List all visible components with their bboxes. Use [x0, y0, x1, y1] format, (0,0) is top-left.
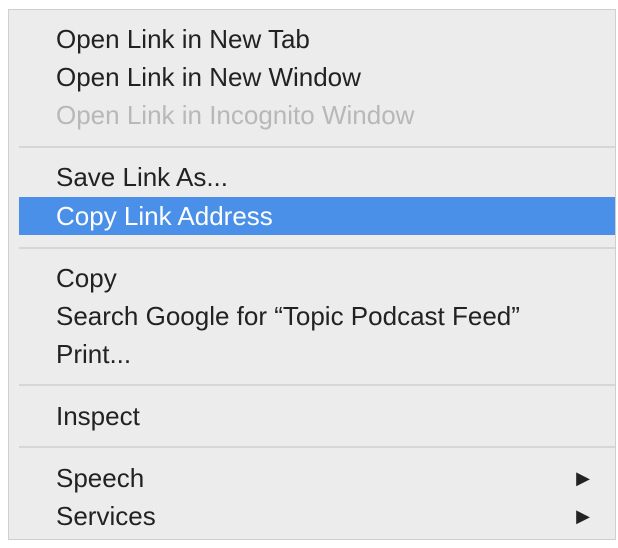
menu-item-label: Copy Link Address — [56, 201, 273, 231]
context-menu: Open Link in New Tab Open Link in New Wi… — [8, 9, 616, 540]
menu-item-label: Copy — [56, 263, 117, 293]
menu-item-label: Print... — [56, 339, 132, 369]
menu-item-label: Services — [56, 501, 156, 531]
menu-item-save-link-as[interactable]: Save Link As... — [19, 158, 615, 196]
menu-item-label: Open Link in New Window — [56, 62, 361, 92]
menu-item-print[interactable]: Print... — [19, 335, 615, 373]
menu-item-label: Inspect — [56, 401, 140, 431]
menu-item-open-link-incognito: Open Link in Incognito Window — [19, 96, 615, 134]
menu-separator — [19, 446, 615, 448]
menu-item-speech[interactable]: Speech ▶ — [19, 459, 615, 497]
submenu-arrow-icon: ▶ — [576, 468, 590, 488]
menu-item-label: Speech — [56, 463, 145, 493]
menu-item-label: Save Link As... — [56, 162, 228, 192]
menu-item-open-link-new-window[interactable]: Open Link in New Window — [19, 58, 615, 96]
menu-separator — [19, 146, 615, 148]
menu-separator — [19, 247, 615, 249]
menu-separator — [19, 384, 615, 386]
menu-item-copy-link-address[interactable]: Copy Link Address — [19, 197, 615, 235]
menu-item-open-link-new-tab[interactable]: Open Link in New Tab — [19, 20, 615, 58]
menu-item-services[interactable]: Services ▶ — [19, 497, 615, 535]
menu-item-search-google[interactable]: Search Google for “Topic Podcast Feed” — [19, 297, 615, 335]
menu-item-copy[interactable]: Copy — [19, 259, 615, 297]
menu-item-label: Open Link in New Tab — [56, 24, 310, 54]
menu-item-label: Open Link in Incognito Window — [56, 100, 415, 130]
menu-item-inspect[interactable]: Inspect — [19, 397, 615, 435]
menu-item-label: Search Google for “Topic Podcast Feed” — [56, 301, 520, 331]
submenu-arrow-icon: ▶ — [576, 506, 590, 526]
